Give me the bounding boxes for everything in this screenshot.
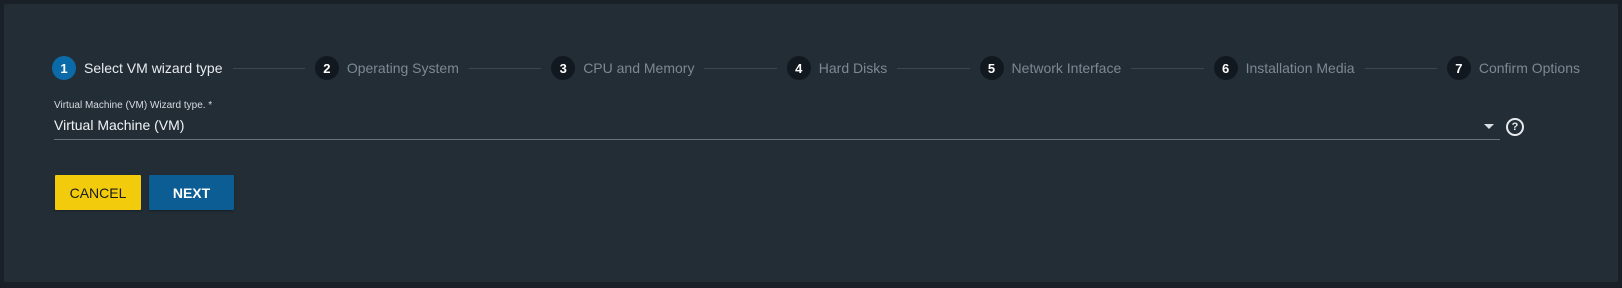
step-select-vm-wizard-type[interactable]: 1 Select VM wizard type: [52, 56, 223, 80]
wizard-type-field: Virtual Machine (VM) Wizard type. * Virt…: [54, 100, 1500, 140]
step-label: Hard Disks: [818, 60, 888, 76]
step-number: 5: [979, 56, 1004, 80]
help-icon[interactable]: ?: [1506, 118, 1524, 136]
step-network-interface[interactable]: 5 Network Interface: [979, 56, 1122, 80]
step-connector: [1131, 67, 1204, 69]
step-number: 6: [1213, 56, 1238, 80]
dropdown-arrow-icon[interactable]: [1484, 124, 1494, 129]
step-cpu-and-memory[interactable]: 3 CPU and Memory: [551, 56, 694, 80]
wizard-type-value: Virtual Machine (VM): [54, 117, 185, 133]
step-connector: [468, 67, 542, 69]
step-label: Network Interface: [1011, 60, 1122, 76]
step-label: Installation Media: [1245, 60, 1355, 76]
wizard-stepper: 1 Select VM wizard type 2 Operating Syst…: [52, 54, 1580, 82]
step-connector: [1364, 67, 1437, 69]
cancel-button[interactable]: CANCEL: [55, 175, 141, 210]
wizard-panel: 1 Select VM wizard type 2 Operating Syst…: [4, 4, 1618, 282]
wizard-type-select[interactable]: Virtual Machine (VM): [54, 115, 1500, 140]
step-number: 7: [1446, 56, 1471, 80]
step-label: Operating System: [346, 60, 459, 76]
step-hard-disks[interactable]: 4 Hard Disks: [786, 56, 888, 80]
step-number: 3: [551, 56, 576, 80]
step-number: 2: [314, 56, 339, 80]
step-connector: [704, 67, 777, 69]
step-confirm-options[interactable]: 7 Confirm Options: [1446, 56, 1580, 80]
step-number: 1: [52, 56, 76, 80]
wizard-type-label: Virtual Machine (VM) Wizard type. *: [54, 100, 213, 111]
step-connector: [897, 67, 970, 69]
step-label: CPU and Memory: [583, 60, 695, 76]
next-button[interactable]: NEXT: [149, 175, 234, 210]
step-connector: [232, 67, 305, 69]
step-label: Confirm Options: [1478, 60, 1580, 76]
help-icon-glyph: ?: [1511, 121, 1519, 133]
step-installation-media[interactable]: 6 Installation Media: [1213, 56, 1355, 80]
step-operating-system[interactable]: 2 Operating System: [314, 56, 459, 80]
step-number: 4: [786, 56, 811, 80]
step-label: Select VM wizard type: [84, 60, 223, 76]
